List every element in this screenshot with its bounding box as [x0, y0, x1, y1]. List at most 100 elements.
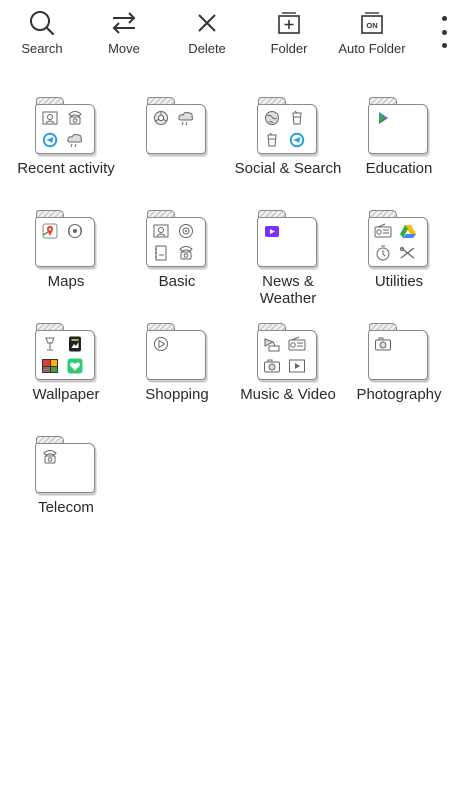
folder-item[interactable]: Music & Video — [230, 321, 346, 434]
search-button[interactable]: Search — [0, 0, 87, 64]
radar-sketch-icon — [66, 223, 84, 239]
folder-item[interactable]: Shopping — [119, 321, 235, 434]
folder-app-previews — [41, 110, 91, 150]
auto-folder-on-badge: ON — [366, 21, 377, 30]
search-icon — [27, 10, 57, 36]
tools-sketch-icon — [399, 245, 417, 261]
folder-icon — [146, 97, 208, 157]
contacts-sketch-icon — [41, 110, 59, 126]
delete-label: Delete — [188, 41, 226, 56]
top-toolbar: Search Move Delete Folder ON Auto Folder — [0, 0, 465, 64]
folder-name: Basic — [158, 273, 196, 290]
green-heart-icon — [66, 358, 84, 374]
more-dot-icon — [441, 29, 447, 35]
delete-button[interactable]: Delete — [162, 0, 252, 64]
folder-name: News & Weather — [259, 273, 317, 307]
cup-sketch-icon — [263, 132, 281, 148]
move-button[interactable]: Move — [79, 0, 169, 64]
folder-item[interactable]: Utilities — [341, 208, 457, 321]
folder-app-previews — [41, 336, 91, 376]
google-drive-icon — [399, 223, 417, 239]
notes-sketch-icon — [152, 245, 170, 261]
folder-icon — [368, 323, 430, 383]
folder-label: Folder — [270, 41, 308, 56]
swap-arrows-icon — [109, 10, 139, 36]
folder-item[interactable]: Photography — [341, 321, 457, 434]
camera-sketch-icon — [263, 358, 281, 374]
folder-name: Photography — [356, 386, 442, 403]
add-folder-icon — [274, 10, 304, 36]
clock-sketch-icon — [374, 245, 392, 261]
folder-app-previews — [374, 223, 424, 263]
folder-app-previews — [152, 336, 202, 376]
weather-sketch-icon — [177, 110, 195, 126]
folder-item[interactable]: Recent activity — [8, 95, 124, 208]
folder-item[interactable]: Education — [341, 95, 457, 208]
radio-sketch-icon — [374, 223, 392, 239]
folder-app-previews — [263, 110, 313, 150]
auto-folder-label: Auto Folder — [338, 41, 406, 56]
folder-icon — [35, 97, 97, 157]
folder-item[interactable]: Telecom — [8, 434, 124, 547]
play-store-icon — [374, 110, 392, 126]
folder-app-previews — [374, 110, 424, 150]
telegram-icon — [288, 132, 306, 148]
folder-icon — [257, 97, 319, 157]
more-options-button[interactable] — [437, 16, 451, 48]
folder-icon — [257, 210, 319, 270]
folder-icon — [35, 210, 97, 270]
folder-item[interactable]: News & Weather — [230, 208, 346, 321]
folder-item[interactable]: Wallpaper — [8, 321, 124, 434]
folder-icon — [146, 210, 208, 270]
gramophone-sketch-icon — [263, 336, 281, 352]
folder-icon — [146, 323, 208, 383]
folder-item[interactable]: Social & Search — [230, 95, 346, 208]
folder-name: Education — [365, 160, 433, 177]
auto-folder-button[interactable]: ON Auto Folder — [327, 0, 417, 64]
folder-app-previews — [152, 223, 202, 263]
folder-name: Social & Search — [234, 160, 342, 177]
folder-name: Shopping — [145, 386, 209, 403]
search-label: Search — [21, 41, 63, 56]
phone-sketch-icon — [66, 110, 84, 126]
settings-sketch-icon — [177, 223, 195, 239]
more-dot-icon — [441, 16, 447, 21]
more-dot-icon — [441, 43, 447, 48]
auto-folder-icon: ON — [357, 10, 387, 36]
new-folder-button[interactable]: Folder — [244, 0, 334, 64]
folder-icon — [368, 210, 430, 270]
radio-sketch-icon — [288, 336, 306, 352]
folder-app-previews — [374, 336, 424, 376]
folder-app-previews — [41, 449, 91, 489]
folder-item[interactable]: Maps — [8, 208, 124, 321]
folder-icon — [35, 436, 97, 496]
google-maps-icon — [41, 223, 59, 239]
folder-app-previews — [152, 110, 202, 150]
tv-purple-icon — [263, 223, 281, 239]
folder-name: Telecom — [38, 499, 94, 516]
play-sketch-icon — [152, 336, 170, 352]
photo-grid-icon — [41, 358, 59, 374]
telegram-icon — [41, 132, 59, 148]
phone-sketch-icon — [177, 245, 195, 261]
folder-name: Wallpaper — [32, 386, 100, 403]
folder-icon — [257, 323, 319, 383]
folder-name: Recent activity — [17, 160, 115, 177]
wallpaper-app-icon — [66, 336, 84, 352]
lamp-sketch-icon — [41, 336, 59, 352]
weather-sketch-icon — [66, 132, 84, 148]
folder-app-previews — [263, 223, 313, 263]
video-sketch-icon — [288, 358, 306, 374]
camera-sketch-icon — [374, 336, 392, 352]
globe-sketch-icon — [263, 110, 281, 126]
cup-sketch-icon — [288, 110, 306, 126]
phone-sketch-icon — [41, 449, 59, 465]
contacts-sketch-icon — [152, 223, 170, 239]
folder-app-previews — [41, 223, 91, 263]
folder-item[interactable]: Basic — [119, 208, 235, 321]
folder-name: Maps — [47, 273, 85, 290]
folder-icon — [368, 97, 430, 157]
folder-item[interactable] — [119, 95, 235, 208]
move-label: Move — [108, 41, 140, 56]
chrome-sketch-icon — [152, 110, 170, 126]
